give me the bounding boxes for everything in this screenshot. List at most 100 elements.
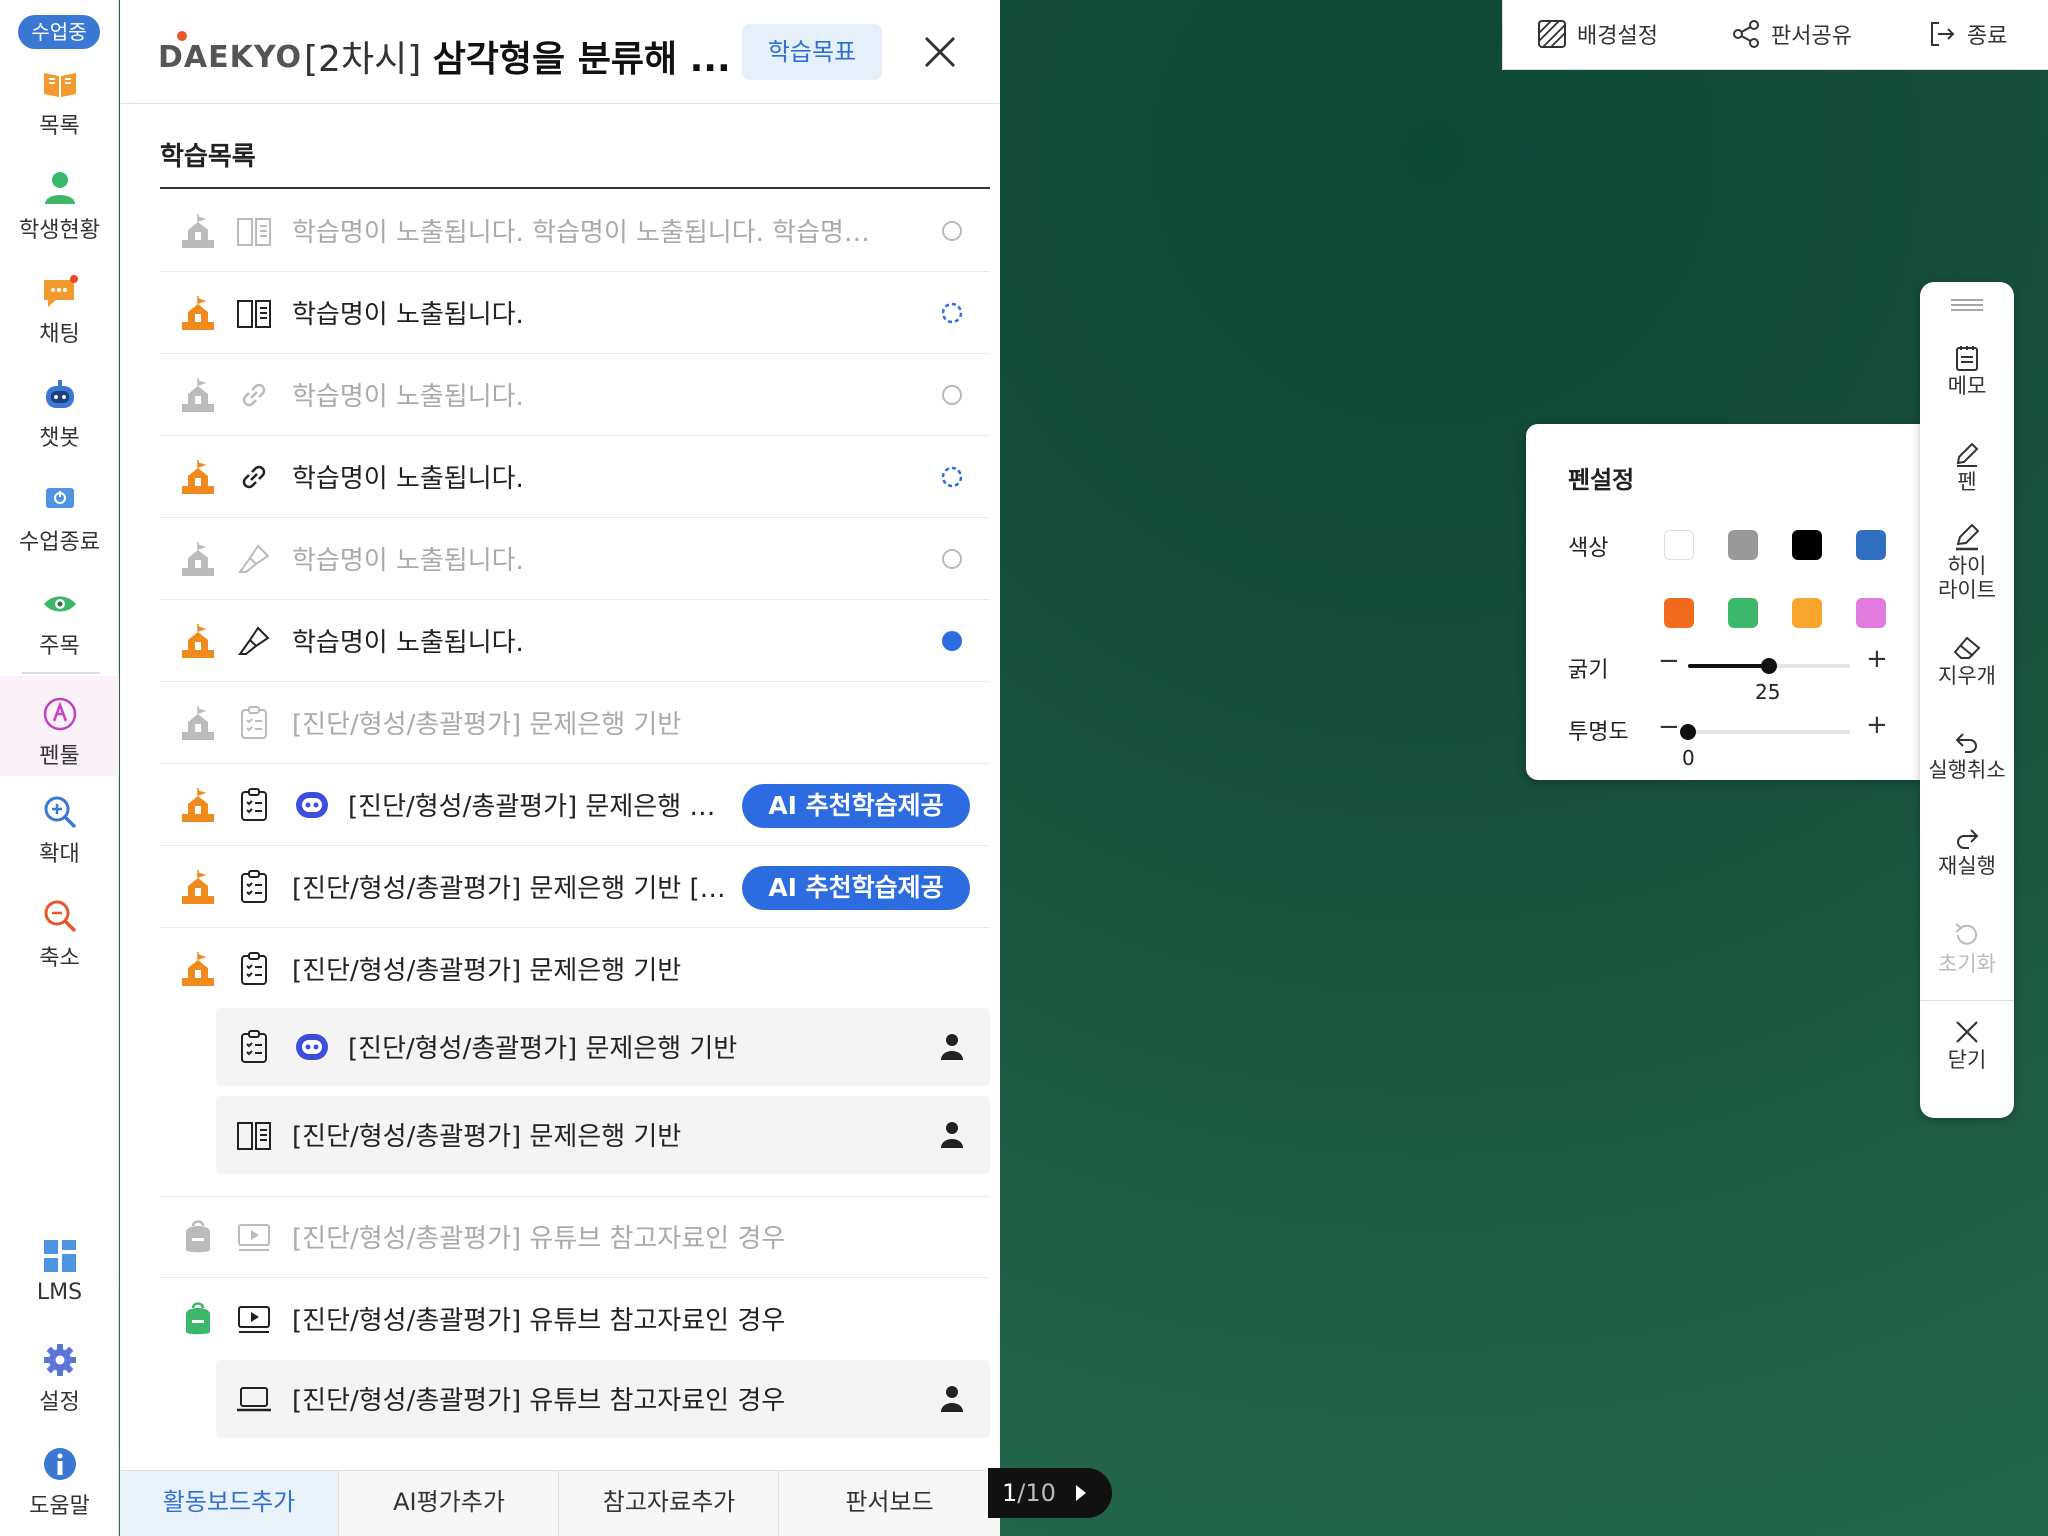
list-item[interactable]: 학습명이 노출됩니다. [160, 354, 990, 436]
hatch-pattern-icon [1538, 20, 1566, 48]
opacity-decrease-button[interactable]: − [1658, 712, 1680, 742]
ai-recommend-badge[interactable]: AI 추천학습제공 [742, 784, 970, 828]
gear-icon [43, 1344, 76, 1376]
sub-list-item[interactable]: [진단/형성/총괄평가] 문제은행 기반 [216, 1096, 990, 1174]
highlighter-tool-button[interactable]: 하이 라이트 [1920, 522, 2014, 602]
next-page-icon[interactable] [1074, 1484, 1088, 1502]
rail-item-label: 확대 [39, 842, 80, 867]
power-monitor-icon [45, 488, 74, 508]
chat-bubble-icon [43, 275, 78, 307]
rail-item-chatbot[interactable]: 챗봇 [0, 376, 119, 476]
list-item[interactable]: 학습명이 노출됩니다. [160, 436, 990, 518]
list-item[interactable]: [진단/형성/총괄평가] 유튜브 참고자료인 경우 [160, 1196, 990, 1278]
laptop-icon [237, 1387, 271, 1412]
list-item[interactable]: [진단/형성/총괄평가] 문제은행 기반 [160, 682, 990, 764]
list-item[interactable]: 학습명이 노출됩니다. [160, 272, 990, 354]
color-swatch[interactable] [1792, 530, 1822, 560]
undo-icon [1955, 733, 1977, 753]
sub-list-item-label: [진단/형성/총괄평가] 유튜브 참고자료인 경우 [292, 1386, 786, 1416]
list-item[interactable]: [진단/형성/총괄평가] 문제은행 기반 [진단/형성/총괄평가] AI 추천학… [160, 846, 990, 928]
person-icon [44, 172, 75, 204]
person-icon[interactable] [938, 1120, 966, 1150]
tab-add-activity-board[interactable]: 활동보드추가 [120, 1471, 339, 1536]
rail-item-students[interactable]: 학생현황 [0, 168, 119, 268]
left-rail: 수업중 목록 학생현황 채팅 챗봇 수업종료 주목 펜툴 확대 축소 LMS 설… [0, 0, 119, 1536]
drawing-tool-palette: 메모 펜 하이 라이트 지우개 실행취소 재실행 초기화 닫기 [1920, 282, 2014, 1118]
opacity-increase-button[interactable]: + [1866, 710, 1888, 740]
exit-button[interactable]: 종료 [1927, 18, 2007, 52]
sub-list-item[interactable]: [진단/형성/총괄평가] 문제은행 기반 [216, 1008, 990, 1086]
width-slider-handle[interactable] [1761, 658, 1777, 674]
daekyo-logo: DAEKYO [158, 40, 303, 75]
rail-item-list[interactable]: 목록 [0, 64, 119, 164]
list-item[interactable]: [진단/형성/총괄평가] 유튜브 참고자료인 경우 [160, 1278, 990, 1360]
share-board-button[interactable]: 판서공유 [1731, 18, 1852, 52]
reset-button[interactable]: 초기화 [1920, 920, 2014, 976]
opacity-label: 투명도 [1568, 720, 1629, 745]
background-settings-button[interactable]: 배경설정 [1537, 18, 1658, 52]
clipboard-checklist-icon [241, 1030, 267, 1063]
close-palette-button[interactable]: 닫기 [1920, 1018, 2014, 1072]
rail-item-help[interactable]: 도움말 [0, 1444, 119, 1536]
width-label: 굵기 [1568, 658, 1609, 683]
color-swatch[interactable] [1792, 598, 1822, 628]
eraser-tool-button[interactable]: 지우개 [1920, 634, 2014, 688]
tab-writing-board[interactable]: 판서보드 [780, 1471, 999, 1536]
person-icon[interactable] [938, 1032, 966, 1062]
width-slider[interactable] [1688, 658, 1850, 674]
list-item-label: [진단/형성/총괄평가] 문제은행 기반 [292, 956, 682, 986]
rail-item-zoom-in[interactable]: 확대 [0, 792, 119, 892]
tab-add-reference[interactable]: 참고자료추가 [560, 1471, 779, 1536]
sub-list-item[interactable]: [진단/형성/총괄평가] 유튜브 참고자료인 경우 [216, 1360, 990, 1438]
list-item-label: 학습명이 노출됩니다. [292, 464, 524, 494]
list-item-label: [진단/형성/총괄평가] 문제은행 기반 [진단/형성/총괄평가] [348, 792, 738, 822]
rail-item-settings[interactable]: 설정 [0, 1340, 119, 1440]
color-swatch[interactable] [1856, 598, 1886, 628]
color-swatch[interactable] [1728, 530, 1758, 560]
learning-goal-button[interactable]: 학습목표 [742, 24, 882, 80]
page-count: 1/10 [1002, 1479, 1056, 1507]
memo-tool-button[interactable]: 메모 [1920, 344, 2014, 398]
undo-button[interactable]: 실행취소 [1920, 728, 2014, 782]
rail-item-attention[interactable]: 주목 [0, 584, 119, 684]
ai-recommend-badge[interactable]: AI 추천학습제공 [742, 866, 970, 910]
color-swatch[interactable] [1664, 598, 1694, 628]
video-play-icon [238, 1224, 270, 1251]
rail-item-label: 수업종료 [19, 530, 100, 555]
person-icon[interactable] [938, 1384, 966, 1414]
rail-item-lms[interactable]: LMS [0, 1236, 119, 1336]
rail-item-label: 챗봇 [39, 426, 80, 451]
color-swatch[interactable] [1664, 530, 1694, 560]
board-toolbar: 배경설정 판서공유 종료 [1502, 0, 2048, 70]
rail-item-pen-tool[interactable]: 펜툴 [0, 676, 119, 776]
tab-add-ai-assessment[interactable]: AI평가추가 [340, 1471, 559, 1536]
drag-handle-icon[interactable] [1950, 298, 1984, 312]
close-icon[interactable] [920, 32, 960, 72]
color-swatch[interactable] [1728, 598, 1758, 628]
redo-button[interactable]: 재실행 [1920, 824, 2014, 878]
redo-icon [1957, 829, 1979, 849]
rail-item-label: 축소 [39, 946, 80, 971]
list-item[interactable]: [진단/형성/총괄평가] 문제은행 기반 [진단/형성/총괄평가] AI 추천학… [160, 764, 990, 846]
sub-list-item-label: [진단/형성/총괄평가] 문제은행 기반 [292, 1122, 682, 1152]
rail-item-end-class[interactable]: 수업종료 [0, 480, 119, 580]
list-item[interactable]: 학습명이 노출됩니다. 학습명이 노출됩니다. 학습명이 노출됩니다. 학습명이… [160, 190, 990, 272]
list-item[interactable]: 학습명이 노출됩니다. [160, 600, 990, 682]
rail-item-chat[interactable]: 채팅 [0, 272, 119, 372]
share-icon [1733, 20, 1759, 48]
highlighter-icon [1956, 523, 1980, 551]
logout-icon [1931, 22, 1955, 46]
list-item[interactable]: 학습명이 노출됩니다. [160, 518, 990, 600]
width-increase-button[interactable]: + [1866, 644, 1888, 674]
school-icon [182, 542, 214, 576]
link-icon [242, 465, 266, 489]
list-item[interactable]: [진단/형성/총괄평가] 문제은행 기반 [160, 928, 990, 1008]
width-decrease-button[interactable]: − [1658, 646, 1680, 676]
status-complete-icon [942, 631, 962, 651]
brush-icon [238, 544, 270, 573]
pen-tool-button[interactable]: 펜 [1920, 440, 2014, 494]
color-swatch[interactable] [1856, 530, 1886, 560]
rail-item-zoom-out[interactable]: 축소 [0, 896, 119, 996]
opacity-slider-handle[interactable] [1680, 724, 1696, 740]
opacity-slider[interactable] [1680, 724, 1850, 740]
